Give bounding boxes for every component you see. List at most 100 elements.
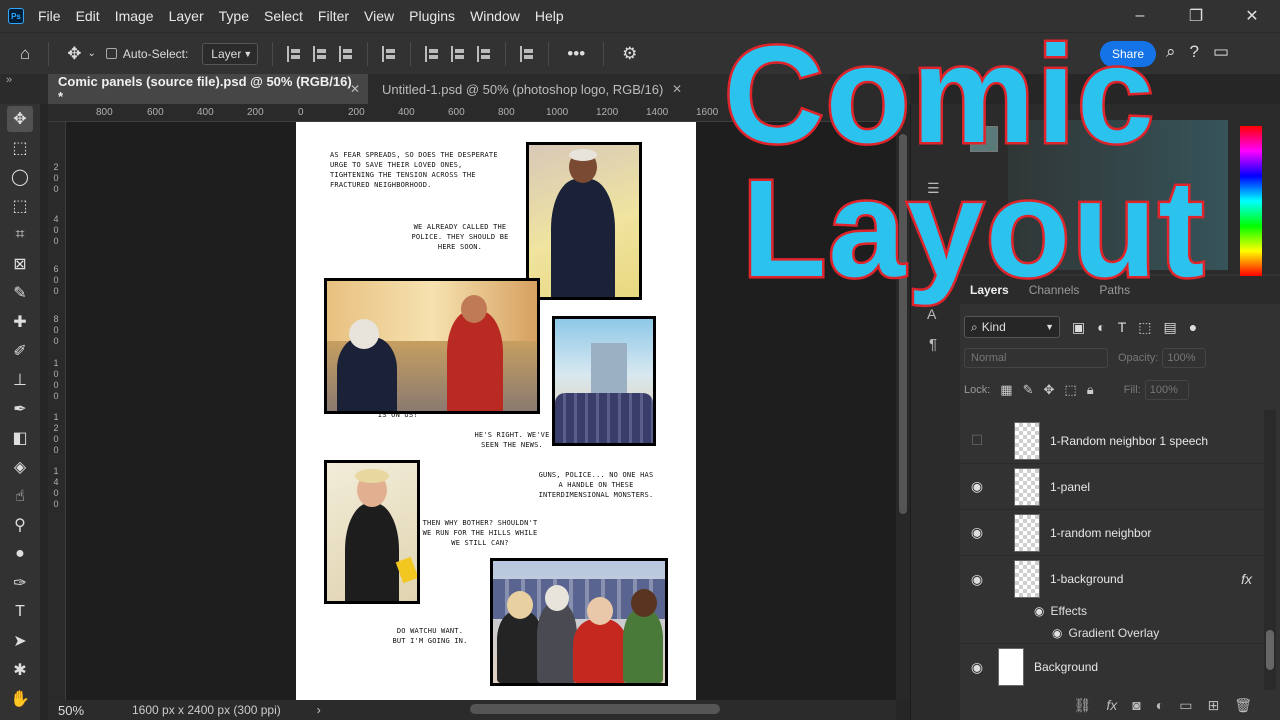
status-menu-arrow-icon[interactable]: › xyxy=(317,703,321,717)
align-bottom-edges-icon[interactable] xyxy=(477,45,491,62)
lock-transparent-pixels-icon[interactable]: ▦ xyxy=(1000,382,1012,398)
object-selection-tool-icon[interactable]: ⬚ xyxy=(7,193,33,219)
zoom-level[interactable]: 50% xyxy=(48,703,92,718)
dodge-tool-icon[interactable]: ⚲ xyxy=(7,512,33,538)
type-tool-icon[interactable]: T xyxy=(7,599,33,625)
history-brush-tool-icon[interactable]: ✒ xyxy=(7,396,33,422)
eye-icon[interactable]: ◉ xyxy=(960,478,994,495)
lock-artboard-icon[interactable]: ⬚ xyxy=(1064,382,1076,398)
add-mask-icon[interactable]: ◙ xyxy=(1132,697,1140,713)
effect-row[interactable]: ◉ Gradient Overlay xyxy=(960,622,1264,644)
eye-icon[interactable]: ◉ xyxy=(960,571,994,588)
menu-image[interactable]: Image xyxy=(115,8,154,24)
frame-tool-icon[interactable]: ⊠ xyxy=(7,251,33,277)
shape-layer-filter-icon[interactable]: ⬚ xyxy=(1138,319,1151,336)
layers-scrollbar[interactable] xyxy=(1264,410,1276,690)
canvas-vertical-scrollbar[interactable] xyxy=(896,104,910,700)
marquee-tool-icon[interactable]: ⬚ xyxy=(7,135,33,161)
menu-type[interactable]: Type xyxy=(219,8,249,24)
minimize-icon[interactable]: – xyxy=(1112,0,1168,32)
opacity-input[interactable]: 100% xyxy=(1162,348,1207,368)
layer-row[interactable]: ☐ 1-Random neighbor 1 speech xyxy=(960,418,1264,464)
filter-toggle-icon[interactable]: ● xyxy=(1189,319,1197,335)
layer-effects-badge[interactable]: fx xyxy=(1241,571,1252,587)
canvas-horizontal-scrollbar[interactable] xyxy=(470,704,720,714)
move-tool-icon[interactable]: ✥ xyxy=(7,106,33,132)
eye-icon[interactable]: ◉ xyxy=(960,659,994,676)
hue-spectrum[interactable] xyxy=(1240,126,1262,276)
menu-view[interactable]: View xyxy=(364,8,394,24)
menu-filter[interactable]: Filter xyxy=(318,8,349,24)
gear-icon[interactable]: ⚙ xyxy=(622,44,637,64)
kind-filter-dropdown[interactable]: ⌕ Kind ▼ xyxy=(964,316,1060,338)
paint-bucket-tool-icon[interactable]: ◈ xyxy=(7,454,33,480)
foreground-swatch[interactable] xyxy=(970,126,998,152)
path-selection-tool-icon[interactable]: ➤ xyxy=(7,628,33,654)
document-canvas[interactable]: As fear spreads, so does the desperate u… xyxy=(66,122,896,700)
chevron-down-icon[interactable]: ⌄ xyxy=(88,48,96,59)
delete-layer-icon[interactable]: 🗑︎ xyxy=(1234,697,1252,714)
checkbox-icon[interactable] xyxy=(105,48,117,59)
home-icon[interactable]: ⌂ xyxy=(20,44,30,64)
comic-page[interactable]: As fear spreads, so does the desperate u… xyxy=(296,122,696,700)
move-tool-icon[interactable]: ✥ xyxy=(67,44,81,64)
eye-icon[interactable]: ◉ xyxy=(1034,604,1044,618)
auto-select-target-dropdown[interactable]: Layer ▼ xyxy=(202,42,259,65)
align-left-edges-icon[interactable] xyxy=(287,45,301,62)
pixel-layer-filter-icon[interactable]: ▣ xyxy=(1072,319,1085,336)
lock-image-pixels-icon[interactable]: ✎ xyxy=(1023,382,1034,398)
layer-row[interactable]: ◉ 1-random neighbor xyxy=(960,510,1264,556)
new-layer-icon[interactable]: ⊞ xyxy=(1207,697,1219,714)
scrollbar-thumb[interactable] xyxy=(1266,630,1274,670)
adjustment-layer-filter-icon[interactable]: ◐ xyxy=(1097,319,1105,335)
fill-input[interactable]: 100% xyxy=(1144,380,1189,400)
lock-position-icon[interactable]: ✥ xyxy=(1044,382,1055,398)
healing-brush-tool-icon[interactable]: ✚ xyxy=(7,309,33,335)
crop-tool-icon[interactable]: ⌗ xyxy=(7,222,33,248)
properties-icon[interactable]: ☰ xyxy=(927,180,940,197)
comic-panel-group[interactable] xyxy=(490,558,668,686)
effects-group-row[interactable]: ◉ Effects xyxy=(960,600,1264,622)
comic-panel-standing-man[interactable] xyxy=(526,142,642,300)
align-top-edges-icon[interactable] xyxy=(425,45,439,62)
custom-shape-tool-icon[interactable]: ✱ xyxy=(7,657,33,683)
new-group-icon[interactable]: ▭ xyxy=(1179,697,1192,714)
eye-icon[interactable]: ◉ xyxy=(960,524,994,541)
menu-edit[interactable]: Edit xyxy=(76,8,100,24)
layer-row[interactable]: ◉ 1-background fx xyxy=(960,556,1264,602)
search-icon[interactable]: ⌕ xyxy=(1166,42,1176,62)
tab-channels[interactable]: Channels xyxy=(1019,283,1090,304)
visibility-off-icon[interactable]: ☐ xyxy=(960,432,994,449)
auto-select-checkbox[interactable]: Auto-Select: xyxy=(105,47,188,61)
eyedropper-tool-icon[interactable]: ✎ xyxy=(7,280,33,306)
align-right-edges-icon[interactable] xyxy=(339,45,353,62)
blur-tool-icon[interactable]: ● xyxy=(7,541,33,567)
lasso-tool-icon[interactable]: ◯ xyxy=(7,164,33,190)
color-field[interactable] xyxy=(1008,120,1228,270)
lock-all-icon[interactable]: 🔒︎ xyxy=(1087,382,1094,398)
eye-icon[interactable]: ◉ xyxy=(1052,626,1062,640)
restore-icon[interactable]: ❐ xyxy=(1168,0,1224,32)
hand-tool-icon[interactable]: ✋ xyxy=(7,686,33,712)
share-button[interactable]: Share xyxy=(1100,41,1156,67)
menu-help[interactable]: Help xyxy=(535,8,564,24)
align-vertical-centers-icon[interactable] xyxy=(451,45,465,62)
tab-close-icon[interactable]: ✕ xyxy=(672,82,682,96)
menu-select[interactable]: Select xyxy=(264,8,303,24)
align-horizontal-centers-icon[interactable] xyxy=(313,45,327,62)
add-layer-style-icon[interactable]: fx xyxy=(1106,697,1117,713)
collapse-toolbar-icon[interactable]: » xyxy=(6,74,12,86)
pen-tool-icon[interactable]: ✑ xyxy=(7,570,33,596)
comic-panel-street-argument[interactable] xyxy=(324,278,540,414)
workspace-icon[interactable]: ▭ xyxy=(1213,42,1229,62)
comic-panel-eating-man[interactable] xyxy=(324,460,420,604)
smart-object-filter-icon[interactable]: ▤ xyxy=(1164,319,1177,336)
more-options-icon[interactable]: ••• xyxy=(567,44,585,64)
help-icon[interactable]: ? xyxy=(1190,42,1199,62)
type-layer-filter-icon[interactable]: T xyxy=(1118,319,1127,335)
eraser-tool-icon[interactable]: ◧ xyxy=(7,425,33,451)
layer-row[interactable]: ◉ 1-panel xyxy=(960,464,1264,510)
scrollbar-thumb[interactable] xyxy=(899,134,907,514)
menu-layer[interactable]: Layer xyxy=(169,8,204,24)
brush-tool-icon[interactable]: ✐ xyxy=(7,338,33,364)
